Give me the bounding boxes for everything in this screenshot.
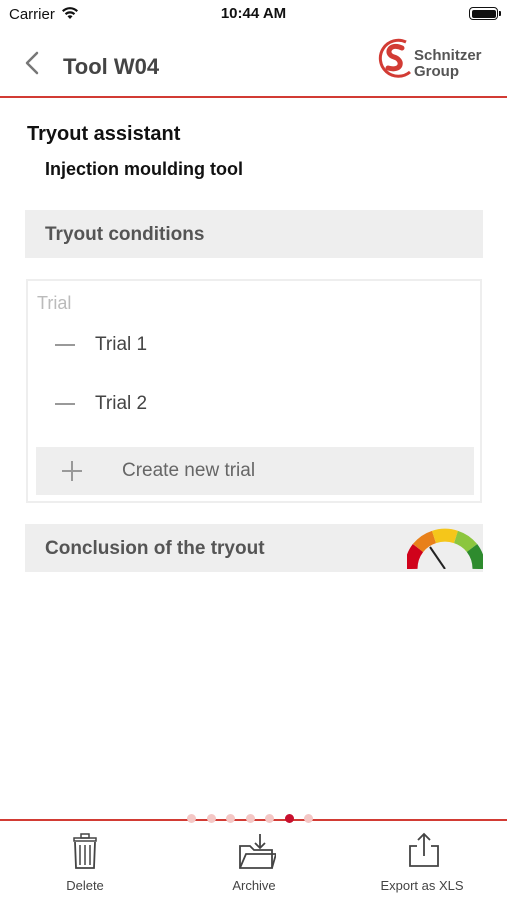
trial-label: Trial 1 — [95, 334, 148, 355]
back-chevron-icon[interactable] — [18, 48, 48, 78]
dash-icon — [55, 403, 75, 405]
section-title: Tryout assistant — [27, 123, 181, 145]
page-dot-active[interactable] — [284, 814, 294, 823]
trial-header: Trial — [37, 293, 72, 313]
company-logo: Schnitzer Group — [376, 34, 488, 88]
archive-button[interactable]: Archive — [194, 832, 314, 894]
page-dot[interactable] — [245, 814, 255, 823]
status-time: 10:44 AM — [220, 5, 287, 22]
schnitzer-logo-mark — [378, 38, 411, 78]
page-dot[interactable] — [206, 814, 216, 823]
trash-icon — [73, 833, 97, 869]
delete-button[interactable]: Delete — [25, 832, 145, 894]
gauge-icon — [407, 528, 483, 569]
tryout-conditions-panel[interactable]: Tryout conditions — [25, 210, 483, 258]
navigation-bar: Tool W04 Schnitzer Group — [0, 30, 507, 98]
export-xls-button[interactable]: Export as XLS — [362, 832, 482, 894]
create-new-trial-label: Create new trial — [122, 460, 256, 481]
status-bar: Carrier 10:44 AM — [0, 0, 507, 30]
create-new-trial-button[interactable]: Create new trial — [36, 447, 474, 495]
page-dot[interactable] — [265, 814, 274, 823]
section-subtitle: Injection moulding tool — [45, 159, 243, 179]
trial-item-2[interactable]: Trial 2 — [28, 384, 480, 424]
export-xls-label: Export as XLS — [380, 878, 464, 893]
page-indicator[interactable] — [187, 814, 322, 826]
tryout-conditions-label: Tryout conditions — [45, 224, 205, 245]
tryout-conclusion-label: Conclusion of the tryout — [45, 538, 265, 559]
share-upload-icon — [409, 832, 439, 867]
logo-text-line2: Group — [414, 63, 459, 80]
trial-item-1[interactable]: Trial 1 — [28, 325, 480, 365]
page-title: Tool W04 — [63, 54, 160, 79]
tryout-conclusion-panel[interactable]: Conclusion of the tryout — [25, 524, 483, 572]
archive-label: Archive — [232, 878, 276, 893]
dash-icon — [55, 344, 75, 346]
battery-icon — [469, 7, 501, 20]
plus-icon — [62, 461, 82, 481]
logo-text-line1: Schnitzer — [414, 47, 482, 64]
page-dot[interactable] — [304, 814, 313, 823]
page-dot[interactable] — [226, 814, 235, 823]
folder-download-icon — [239, 834, 276, 869]
trial-label: Trial 2 — [95, 393, 148, 414]
page-dot[interactable] — [187, 814, 196, 823]
delete-label: Delete — [66, 878, 104, 893]
trial-list: Trial Trial 1 Trial 2 Create new trial — [26, 279, 482, 503]
